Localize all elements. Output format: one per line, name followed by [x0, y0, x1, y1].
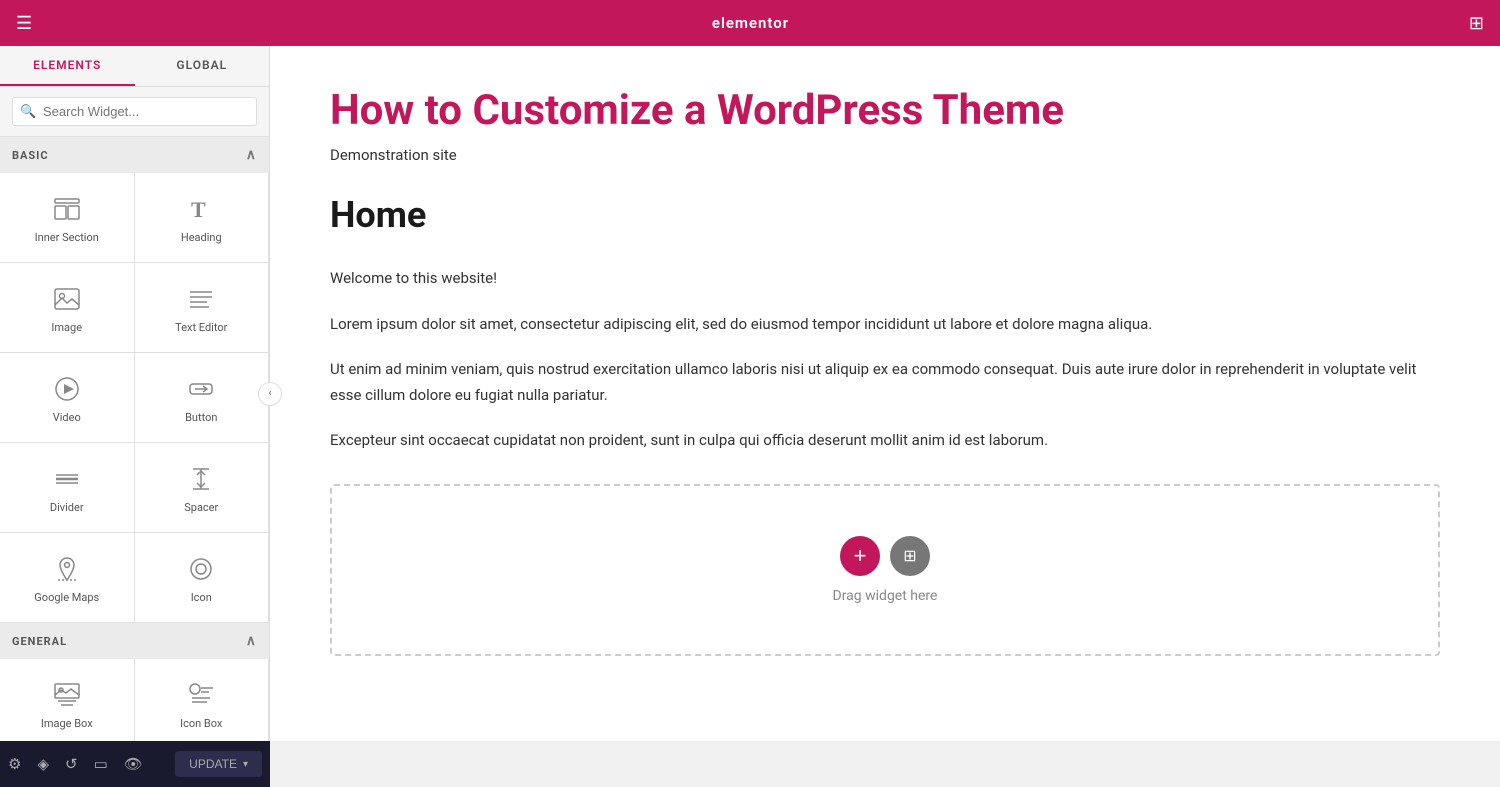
grid-icon[interactable]: ⊞ [1469, 13, 1484, 34]
responsive-icon[interactable]: ▭ [94, 755, 108, 773]
paragraph-4: Excepteur sint occaecat cupidatat non pr… [330, 428, 1440, 454]
paragraph-3: Ut enim ad minim veniam, quis nostrud ex… [330, 357, 1440, 408]
widget-divider[interactable]: Divider [0, 443, 135, 533]
widget-divider-label: Divider [50, 501, 84, 514]
search-input[interactable] [12, 97, 257, 126]
sidebar-collapse-button[interactable]: ‹ [258, 382, 282, 406]
sidebar-wrapper: ELEMENTS GLOBAL 🔍 BASIC ∧ [0, 46, 270, 741]
widget-icon-box-label: Icon Box [180, 717, 222, 730]
top-bar: ☰ elementor ⊞ [0, 0, 1500, 46]
elementor-logo: elementor [712, 14, 789, 32]
video-icon [53, 375, 81, 403]
widget-image[interactable]: Image [0, 263, 135, 353]
site-subtitle: Demonstration site [330, 146, 1440, 164]
bottom-toolbar-icons: ⚙ ◈ ↺ ▭ 👁 [8, 755, 143, 773]
update-label: UPDATE [189, 757, 237, 771]
site-header: How to Customize a WordPress Theme Demon… [330, 86, 1440, 164]
icon-box-icon [187, 681, 215, 709]
sidebar: ELEMENTS GLOBAL 🔍 BASIC ∧ [0, 46, 270, 741]
tab-elements[interactable]: ELEMENTS [0, 46, 135, 86]
widget-icon-label: Icon [191, 591, 212, 604]
button-icon [187, 375, 215, 403]
history-icon[interactable]: ↺ [65, 755, 78, 773]
widget-video-label: Video [53, 411, 81, 424]
tab-global[interactable]: GLOBAL [135, 46, 270, 86]
widget-video[interactable]: Video [0, 353, 135, 443]
widget-button[interactable]: Button [135, 353, 270, 443]
widget-google-maps[interactable]: Google Maps [0, 533, 135, 623]
content-text: Welcome to this website! Lorem ipsum dol… [330, 266, 1440, 454]
image-box-icon [53, 681, 81, 709]
sidebar-tabs: ELEMENTS GLOBAL [0, 46, 269, 87]
widget-icon-box[interactable]: Icon Box [135, 659, 270, 741]
add-widget-button[interactable]: + [840, 536, 880, 576]
section-general-header[interactable]: GENERAL ∧ [0, 623, 269, 659]
widget-button-label: Button [185, 411, 217, 424]
hamburger-icon[interactable]: ☰ [16, 13, 32, 34]
spacer-icon [187, 465, 215, 493]
search-icon: 🔍 [20, 104, 36, 119]
widget-image-box-label: Image Box [41, 717, 93, 730]
settings-icon[interactable]: ⚙ [8, 755, 21, 773]
widget-image-box[interactable]: Image Box [0, 659, 135, 741]
paragraph-1: Welcome to this website! [330, 266, 1440, 292]
widget-heading-label: Heading [181, 231, 222, 244]
preview-icon[interactable]: 👁 [124, 755, 143, 773]
drag-zone[interactable]: + ⊞ Drag widget here [330, 484, 1440, 656]
sidebar-search: 🔍 [0, 87, 269, 137]
bottom-toolbar: ⚙ ◈ ↺ ▭ 👁 UPDATE ▾ [0, 741, 270, 787]
image-icon [53, 285, 81, 313]
widget-spacer[interactable]: Spacer [135, 443, 270, 533]
widget-inner-section-label: Inner Section [35, 231, 99, 244]
widget-spacer-label: Spacer [184, 501, 218, 514]
chevron-down-icon-general: ∧ [246, 633, 257, 649]
widget-icon[interactable]: Icon [135, 533, 270, 623]
text-editor-icon [187, 285, 215, 313]
heading-icon: T [187, 195, 215, 223]
page-heading: Home [330, 194, 1440, 236]
paragraph-2: Lorem ipsum dolor sit amet, consectetur … [330, 312, 1440, 338]
general-widget-grid: Image Box Icon Box [0, 659, 269, 741]
svg-text:T: T [191, 197, 206, 222]
icon-widget-icon [187, 555, 215, 583]
google-maps-icon [53, 555, 81, 583]
drag-zone-buttons: + ⊞ [840, 536, 930, 576]
divider-icon [53, 465, 81, 493]
inner-section-icon [53, 195, 81, 223]
widget-google-maps-label: Google Maps [34, 591, 99, 604]
section-general-label: GENERAL [12, 635, 67, 648]
sidebar-content: BASIC ∧ Inner Section [0, 137, 269, 741]
site-title: How to Customize a WordPress Theme [330, 86, 1440, 136]
app-bottom: ⚙ ◈ ↺ ▭ 👁 UPDATE ▾ [0, 741, 1500, 787]
content-area: How to Customize a WordPress Theme Demon… [270, 46, 1500, 741]
section-basic-header[interactable]: BASIC ∧ [0, 137, 269, 173]
widget-heading[interactable]: T Heading [135, 173, 270, 263]
basic-widget-grid: Inner Section T Heading [0, 173, 269, 623]
styles-icon[interactable]: ◈ [37, 755, 49, 773]
update-chevron-icon: ▾ [243, 759, 248, 770]
widget-inner-section[interactable]: Inner Section [0, 173, 135, 263]
grid-widget-button[interactable]: ⊞ [890, 536, 930, 576]
chevron-down-icon: ∧ [246, 147, 257, 163]
widget-text-editor-label: Text Editor [175, 321, 227, 334]
widget-text-editor[interactable]: Text Editor [135, 263, 270, 353]
widget-image-label: Image [51, 321, 82, 334]
drag-label: Drag widget here [833, 588, 938, 604]
section-basic-label: BASIC [12, 149, 49, 162]
update-button[interactable]: UPDATE ▾ [175, 751, 262, 777]
main-layout: ELEMENTS GLOBAL 🔍 BASIC ∧ [0, 46, 1500, 741]
